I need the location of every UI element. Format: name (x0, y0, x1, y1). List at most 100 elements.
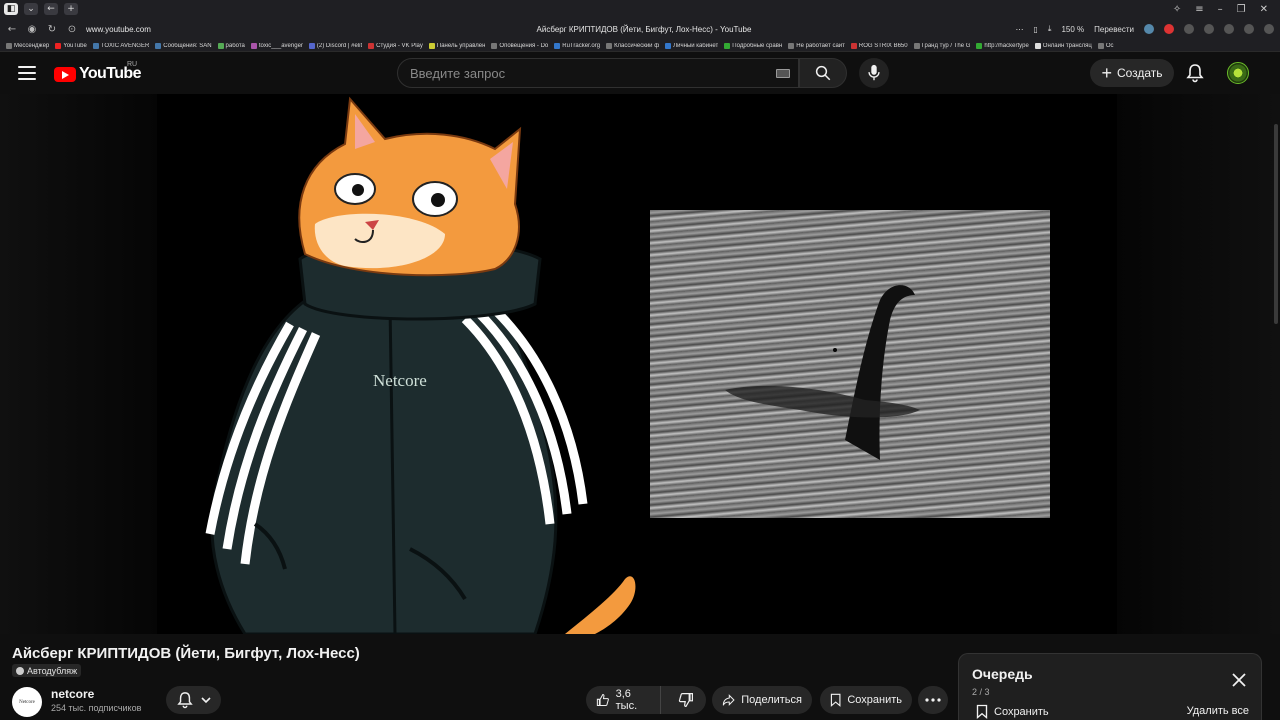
dislike-button[interactable] (667, 686, 706, 714)
bookmark-icon[interactable]: ▯ (1034, 25, 1038, 34)
restore-button[interactable]: ❐ (1237, 4, 1246, 15)
thumbs-down-icon (679, 693, 694, 708)
search-input[interactable] (410, 65, 770, 81)
browser-settings-icon[interactable]: ≡ (1195, 4, 1203, 15)
bookmark-icon (976, 704, 988, 719)
bookmark-item[interactable]: Студия - VK Play (368, 42, 423, 49)
browser-menu-button[interactable]: ◧ (4, 3, 18, 15)
bookmark-item[interactable]: RuTracker.org (554, 42, 600, 49)
video-title: Айсберг КРИПТИДОВ (Йети, Бигфут, Лох-Нес… (12, 645, 360, 662)
back-icon[interactable]: ← (6, 24, 18, 35)
extension-icon[interactable] (1244, 24, 1254, 34)
queue-panel: Очередь 2 / 3 Сохранить Удалить все (958, 653, 1262, 720)
share-icon (722, 694, 735, 706)
voice-search-button[interactable] (859, 58, 889, 88)
bookmark-item[interactable]: (2) Discord | #elit (308, 42, 362, 49)
page-scrollbar[interactable] (1274, 124, 1278, 324)
bookmark-item[interactable]: Гранд тур / The G (913, 42, 970, 49)
bookmark-item[interactable]: Оповещения - Do (491, 42, 548, 49)
downloads-icon[interactable]: ⤓ (1048, 24, 1052, 34)
new-tab-button[interactable]: + (64, 3, 78, 15)
more-horizontal-icon (925, 698, 941, 702)
extension-icon[interactable] (1204, 24, 1214, 34)
save-button[interactable]: Сохранить (820, 686, 912, 714)
speaker-icon (16, 666, 24, 675)
account-avatar[interactable] (1227, 62, 1249, 84)
browser-address-bar: ← ◉ ↻ ⊙ www.youtube.com Айсберг КРИПТИДО… (0, 18, 1280, 40)
bookmark-item[interactable]: Не работает сайт (788, 42, 845, 49)
bookmark-item[interactable]: TOXIC AVENGER (92, 42, 149, 49)
minimize-button[interactable]: – (1218, 4, 1223, 15)
keyboard-icon[interactable] (776, 69, 790, 78)
like-count: 3,6 тыс. (615, 688, 638, 712)
video-player[interactable]: Netcore (0, 94, 1280, 634)
url-field[interactable]: www.youtube.com (86, 25, 426, 34)
youtube-logo[interactable]: YouTube RU (54, 61, 141, 83)
search-button[interactable] (799, 58, 847, 88)
notifications-button[interactable] (1182, 60, 1208, 86)
bookmark-item[interactable]: ROG STRIX B650 (850, 42, 908, 49)
bookmark-item[interactable]: работа (217, 42, 245, 49)
bookmark-item[interactable]: Онлайн трансляц (1034, 42, 1092, 49)
subscription-notification-button[interactable] (166, 686, 221, 714)
zoom-indicator[interactable]: 150 % (1061, 25, 1084, 34)
search-box (397, 58, 799, 88)
like-dislike-group: 3,6 тыс. (586, 686, 706, 714)
bookmark-item[interactable]: Ос (1097, 42, 1114, 49)
tab-list-button[interactable]: ⌄ (24, 3, 38, 15)
site-info-icon[interactable]: ⊙ (66, 24, 78, 35)
channel-avatar[interactable]: Netcore (12, 687, 42, 717)
extension-icon[interactable] (1224, 24, 1234, 34)
bookmark-icon (830, 693, 841, 707)
bell-icon (176, 692, 193, 709)
queue-clear-all-button[interactable]: Удалить все (1187, 705, 1249, 717)
more-actions-button[interactable] (918, 686, 948, 714)
bookmark-item[interactable]: Подробные сравн (724, 42, 782, 49)
bookmarks-bar: Мессенджер YouTube TOXIC AVENGER Сообщен… (0, 40, 1280, 52)
shield-icon[interactable]: ◉ (26, 24, 38, 35)
page-title: Айсберг КРИПТИДОВ (Йети, Бигфут, Лох-Нес… (536, 24, 752, 34)
channel-name[interactable]: netcore (51, 687, 94, 701)
cat-in-tracksuit-illustration: Netcore (205, 96, 636, 634)
more-options-icon[interactable]: ⋯ (1016, 25, 1024, 34)
bookmark-item[interactable]: Классический ф (606, 42, 659, 49)
bookmark-item[interactable]: YouTube (55, 42, 87, 49)
region-code: RU (127, 61, 138, 68)
extension-icon[interactable] (1144, 24, 1154, 34)
bell-icon (1186, 64, 1204, 83)
bookmark-item[interactable]: Личный кабинет (665, 42, 718, 49)
close-icon[interactable] (1231, 672, 1247, 688)
loch-ness-photo (650, 210, 1050, 518)
plus-icon: + (1101, 63, 1112, 83)
bookmark-item[interactable]: Мессенджер (6, 42, 49, 49)
reload-icon[interactable]: ↻ (46, 24, 58, 35)
chevron-down-icon (200, 697, 211, 704)
bookmark-item[interactable]: Панель управлен (428, 42, 485, 49)
autodub-badge[interactable]: Автодубляж (12, 664, 82, 677)
pin-icon[interactable]: ✧ (1173, 4, 1181, 15)
adblock-extension-icon[interactable] (1164, 24, 1174, 34)
guide-menu-button[interactable] (18, 65, 36, 81)
save-label: Сохранить (847, 694, 902, 706)
create-label: Создать (1116, 66, 1163, 80)
like-button[interactable]: 3,6 тыс. (586, 686, 661, 714)
translate-button[interactable]: Перевести (1094, 25, 1134, 34)
queue-position: 2 / 3 (972, 687, 990, 697)
create-button[interactable]: + Создать (1090, 59, 1174, 87)
window-controls: ✧ ≡ – ❐ ✕ (1173, 4, 1276, 15)
thumbs-up-icon (596, 694, 609, 706)
queue-save-button[interactable]: Сохранить (976, 704, 1049, 719)
ambient-right (1117, 94, 1280, 634)
ambient-left (0, 94, 157, 634)
share-button[interactable]: Поделиться (712, 686, 812, 714)
extension-icon[interactable] (1184, 24, 1194, 34)
bookmark-item[interactable]: http://hackertype (976, 42, 1029, 49)
browser-tab-bar: ◧ ⌄ ← + ✧ ≡ – ❐ ✕ (0, 0, 1280, 18)
back-tab-icon[interactable]: ← (44, 3, 58, 15)
bookmark-item[interactable]: toxic___avenger (250, 42, 303, 49)
bookmark-item[interactable]: Сообщения: SAN (155, 42, 212, 49)
extension-icon[interactable] (1264, 24, 1274, 34)
queue-save-label: Сохранить (994, 705, 1049, 718)
microphone-icon (868, 64, 880, 81)
close-window-button[interactable]: ✕ (1260, 4, 1268, 15)
